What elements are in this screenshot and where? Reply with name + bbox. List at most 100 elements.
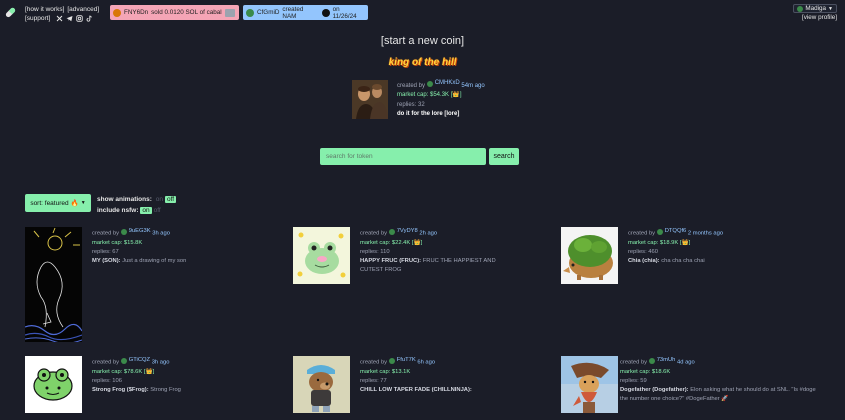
coin-image[interactable]: [293, 356, 350, 413]
card-name[interactable]: MY (SON):: [92, 258, 121, 264]
card-name[interactable]: HAPPY FRUC (FRUC):: [360, 258, 421, 264]
card-creator[interactable]: 9uEG3K: [129, 227, 151, 236]
chevron-down-icon: ▼: [80, 200, 86, 206]
card-description: Just a drawing of my son: [122, 257, 187, 264]
avatar: [388, 228, 395, 235]
card-age: 6h ago: [417, 359, 436, 366]
card-age: 3h ago: [151, 359, 170, 366]
card-creator[interactable]: DTQQf6: [665, 227, 687, 236]
created-by-label: created by: [92, 359, 120, 366]
created-by-label: created by: [620, 359, 648, 366]
created-by-label: created by: [360, 230, 388, 237]
koth-creator[interactable]: CMHKxD: [435, 79, 460, 89]
ticker-create[interactable]: CfGmiD created NAM on 11/26/24: [243, 5, 368, 20]
pill-logo-icon[interactable]: [4, 6, 17, 19]
ticker-sell-text: sold 0.0120 SOL of cabal: [151, 9, 222, 16]
coin-image[interactable]: [561, 356, 618, 413]
card-replies: replies: 67: [92, 248, 119, 255]
animations-on-toggle[interactable]: on: [154, 196, 165, 203]
card-creator[interactable]: FfuT7K: [397, 356, 416, 365]
avatar: [797, 5, 804, 12]
coin-thumb-icon: [224, 8, 235, 17]
card-market-cap: market cap: $15.8K: [92, 239, 143, 246]
telegram-icon[interactable]: [66, 15, 73, 22]
coin-card-info: created by 7VyDY8 2h ago market cap: $22…: [360, 227, 520, 275]
coin-image[interactable]: [24, 227, 83, 344]
ticker-create-date: on 11/26/24: [332, 5, 357, 20]
avatar: [426, 80, 433, 87]
top-nav: [how it works] [advanced] [support]: [25, 5, 99, 23]
ticker-sell[interactable]: FNY6Dn sold 0.0120 SOL of cabal: [110, 5, 239, 20]
card-name[interactable]: CHILL LOW TAPER FADE (CHILLNINJA):: [360, 387, 472, 393]
animations-off-toggle[interactable]: off: [164, 196, 177, 203]
card-creator[interactable]: 7VyDY8: [397, 227, 418, 236]
avatar: [388, 357, 395, 364]
support-link[interactable]: [support]: [25, 14, 50, 23]
coin-card-info: created by FfuT7K 6h ago market cap: $13…: [360, 356, 550, 395]
filter-toggles: show animations: on off include nsfw: on o…: [97, 194, 177, 216]
coin-card-info: created by GTiCQZ 3h ago market cap: $78…: [92, 356, 282, 395]
ticker-sell-user[interactable]: FNY6Dn: [124, 9, 148, 16]
card-creator[interactable]: GTiCQZ: [129, 356, 150, 365]
nsfw-on-toggle[interactable]: on: [140, 207, 152, 214]
instagram-icon[interactable]: [76, 15, 83, 22]
start-new-coin-link[interactable]: [start a new coin]: [0, 35, 845, 47]
card-name[interactable]: Dogefather (Dogefather):: [620, 387, 689, 393]
advanced-link[interactable]: [advanced]: [67, 5, 99, 14]
coin-image[interactable]: [25, 356, 82, 413]
card-name[interactable]: Chia (chia):: [628, 258, 660, 264]
user-menu-button[interactable]: Madiga ▼: [793, 4, 837, 13]
koth-coin-image[interactable]: [352, 80, 388, 119]
card-replies: replies: 106: [92, 377, 122, 384]
search-button[interactable]: search: [489, 148, 519, 165]
coin-image[interactable]: [561, 227, 618, 284]
x-icon[interactable]: [56, 15, 63, 22]
card-replies: replies: 77: [360, 377, 387, 384]
view-profile-link[interactable]: [view profile]: [802, 14, 837, 21]
avatar: [648, 357, 655, 364]
card-creator[interactable]: 73mUh: [657, 356, 676, 365]
king-badge-icon: [👑]: [411, 239, 423, 246]
include-nsfw-label: include nsfw:: [97, 207, 139, 214]
show-animations-label: show animations:: [97, 196, 152, 203]
coin-thumb-icon: [321, 8, 330, 17]
card-market-cap: market cap: $18.6K: [620, 368, 671, 375]
coin-image[interactable]: [293, 227, 350, 284]
card-age: 2 months ago: [687, 230, 724, 237]
card-replies: replies: 460: [628, 248, 658, 255]
nsfw-off-toggle[interactable]: off: [152, 207, 163, 214]
koth-title[interactable]: do it for the lore [lore]: [397, 110, 485, 120]
king-badge-icon: [👑]: [143, 368, 155, 375]
avatar: [120, 357, 127, 364]
ticker-create-text: created NAM: [282, 5, 304, 20]
created-by-label: created by: [92, 230, 120, 237]
card-description: Strong Frog: [150, 386, 181, 393]
card-name[interactable]: Strong Frog ($Frog):: [92, 387, 149, 393]
koth-info: created by CMHKxD 54m ago market cap: $5…: [397, 79, 485, 120]
card-market-cap: market cap: $78.6K: [92, 368, 143, 375]
card-market-cap: market cap: $22.4K: [360, 239, 411, 246]
coin-card-info: created by DTQQf6 2 months ago market ca…: [628, 227, 828, 266]
card-age: 3h ago: [152, 230, 170, 237]
sort-label: sort: featured: [30, 199, 69, 207]
tiktok-icon[interactable]: [86, 15, 93, 22]
avatar: [120, 228, 127, 235]
card-market-cap: market cap: $18.9K: [628, 239, 679, 246]
card-replies: replies: 110: [360, 248, 390, 255]
king-badge-icon: [👑]: [679, 239, 691, 246]
avatar: [246, 8, 254, 17]
coin-card-info: created by 73mUh 4d ago market cap: $18.…: [620, 356, 825, 404]
card-age: 2h ago: [419, 230, 438, 237]
king-badge-icon: [👑]: [450, 92, 462, 99]
created-by-label: created by: [360, 359, 388, 366]
search-input[interactable]: [320, 148, 486, 165]
sort-dropdown[interactable]: sort: featured 🔥 ▼: [25, 194, 91, 212]
how-it-works-link[interactable]: [how it works]: [25, 5, 64, 14]
koth-market-cap: market cap: $54.3K: [397, 92, 450, 99]
fire-icon: 🔥: [70, 200, 79, 207]
ticker-create-user[interactable]: CfGmiD: [257, 9, 279, 16]
avatar: [656, 228, 663, 235]
koth-replies: replies: 32: [397, 101, 425, 108]
card-description: cha cha cha chai: [661, 257, 705, 264]
coin-card-info: created by 9uEG3K 3h ago market cap: $15…: [92, 227, 282, 266]
